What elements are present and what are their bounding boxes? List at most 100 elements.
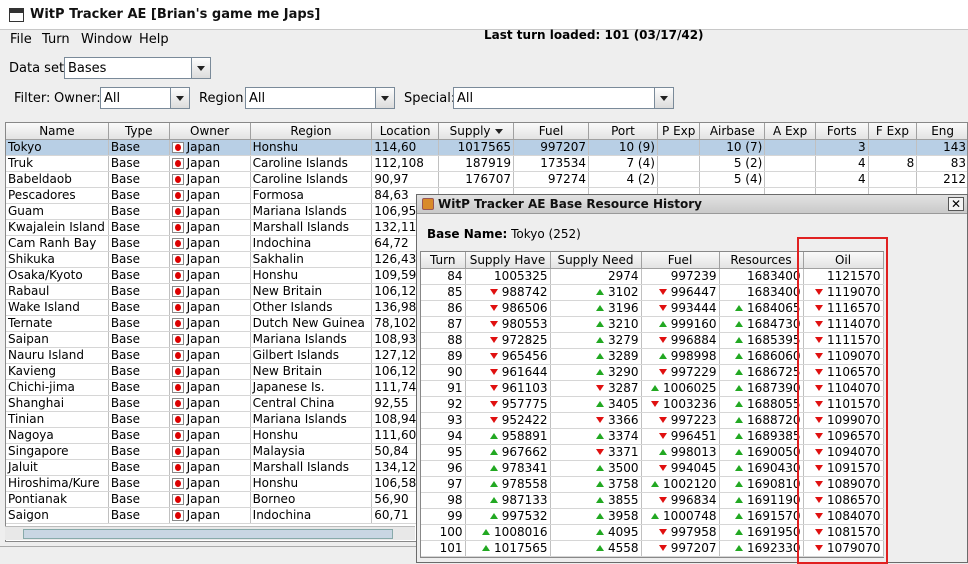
table-cell: Kavieng — [6, 363, 109, 380]
up-arrow-icon — [658, 353, 667, 359]
column-header[interactable]: F Exp — [868, 123, 918, 140]
history-value: 961103 — [501, 381, 548, 395]
column-header[interactable]: Supply — [438, 123, 515, 140]
region-select[interactable]: All — [245, 87, 395, 109]
down-arrow-icon — [489, 369, 498, 375]
menu-help[interactable]: Help — [139, 32, 169, 47]
table-cell: Singapore — [6, 443, 109, 460]
column-header[interactable]: Type — [108, 123, 170, 140]
owner-select[interactable]: All — [100, 87, 190, 109]
column-header[interactable]: P Exp — [657, 123, 701, 140]
history-cell: 1690050 — [719, 444, 804, 461]
history-column-header[interactable]: Supply Have — [465, 252, 551, 269]
table-row[interactable]: Truk Base Japan Caroline Islands 112,108 1879… — [6, 155, 967, 172]
history-value: 101 — [439, 541, 463, 555]
scroll-thumb[interactable] — [23, 529, 393, 539]
table-cell: Central China — [250, 395, 373, 412]
column-header[interactable]: A Exp — [764, 123, 816, 140]
table-cell: Base — [108, 395, 170, 412]
history-cell: 997958 — [641, 524, 720, 541]
column-header[interactable]: Region — [250, 123, 373, 140]
table-cell: Base — [108, 443, 170, 460]
table-cell: 114,60 — [371, 139, 440, 156]
table-cell: Japan — [169, 331, 251, 348]
up-arrow-icon — [595, 369, 604, 375]
history-cell: 972825 — [465, 332, 551, 349]
table-cell: 4 — [815, 155, 869, 172]
up-arrow-icon — [595, 465, 604, 471]
history-value: 3196 — [607, 301, 639, 315]
column-header[interactable]: Fuel — [513, 123, 590, 140]
dialog-title: WitP Tracker AE Base Resource History — [438, 197, 702, 211]
history-cell: 1688720 — [719, 412, 804, 429]
table-cell: Tinian — [6, 411, 109, 428]
up-arrow-icon — [735, 449, 744, 455]
menu-file[interactable]: File — [10, 32, 32, 47]
dataset-label: Data set: — [9, 61, 69, 76]
column-header[interactable]: Owner — [169, 123, 251, 140]
history-column-header[interactable]: Turn — [421, 252, 466, 269]
history-column-header[interactable]: Supply Need — [550, 252, 642, 269]
history-column-header[interactable]: Resources — [719, 252, 804, 269]
history-value: 3855 — [607, 493, 639, 507]
history-value: 4095 — [607, 525, 639, 539]
window-title: WitP Tracker AE [Brian's game me Japs] — [30, 7, 321, 22]
chevron-down-icon[interactable] — [170, 88, 189, 108]
history-cell: 999160 — [641, 316, 720, 333]
history-value: 1688720 — [747, 413, 801, 427]
sort-desc-icon — [494, 128, 503, 134]
history-cell: 1017565 — [465, 540, 551, 557]
column-header[interactable]: Name — [6, 123, 109, 140]
up-arrow-icon — [482, 529, 491, 535]
chevron-down-icon[interactable] — [375, 88, 394, 108]
column-header[interactable]: Eng — [916, 123, 967, 140]
table-cell: Wake Island — [6, 299, 109, 316]
history-cell: 1689385 — [719, 428, 804, 445]
table-row[interactable]: Tokyo Base Japan Honshu 114,60 1017565 997207 1… — [6, 139, 967, 156]
table-cell: Base — [108, 203, 170, 220]
table-cell: Base — [108, 475, 170, 492]
table-row[interactable]: Babeldaob Base Japan Caroline Islands 90,97 1… — [6, 171, 967, 188]
up-arrow-icon — [735, 369, 744, 375]
owner-text: Japan — [186, 380, 221, 394]
history-value: 978558 — [501, 477, 548, 491]
menu-window[interactable]: Window — [81, 32, 132, 47]
history-value: 1691950 — [747, 525, 801, 539]
up-arrow-icon — [651, 481, 660, 487]
history-cell: 997207 — [641, 540, 720, 557]
table-cell: Japan — [169, 443, 251, 460]
table-cell: Cam Ranh Bay — [6, 235, 109, 252]
table-cell: Japan — [169, 267, 251, 284]
column-header[interactable]: Port — [588, 123, 658, 140]
chevron-down-icon[interactable] — [654, 88, 673, 108]
column-header[interactable]: Forts — [815, 123, 869, 140]
column-header[interactable]: Location — [371, 123, 440, 140]
history-value: 100 — [439, 525, 463, 539]
table-cell: Base — [108, 459, 170, 476]
table-cell: 90,97 — [371, 171, 440, 188]
history-cell: 952422 — [465, 412, 551, 429]
down-arrow-icon — [658, 433, 667, 439]
history-value: 99 — [447, 509, 463, 523]
history-cell: 85 — [421, 284, 466, 301]
history-column-header[interactable]: Fuel — [641, 252, 720, 269]
dataset-select[interactable]: Bases — [64, 57, 211, 79]
table-cell: Indochina — [250, 507, 373, 524]
history-cell: 993444 — [641, 300, 720, 317]
table-cell: 176707 — [438, 171, 515, 188]
table-cell: 187919 — [438, 155, 515, 172]
special-select[interactable]: All — [453, 87, 674, 109]
history-cell: 90 — [421, 364, 466, 381]
table-cell: 4 — [815, 171, 869, 188]
history-cell: 996447 — [641, 284, 720, 301]
table-cell: Base — [108, 427, 170, 444]
up-arrow-icon — [489, 513, 498, 519]
menu-turn[interactable]: Turn — [42, 32, 70, 47]
column-header[interactable]: Airbase — [699, 123, 766, 140]
close-icon[interactable]: ✕ — [948, 197, 964, 211]
horizontal-scrollbar[interactable] — [5, 526, 415, 540]
chevron-down-icon[interactable] — [191, 58, 210, 78]
history-cell: 998998 — [641, 348, 720, 365]
down-arrow-icon — [489, 321, 498, 327]
table-cell: Ternate — [6, 315, 109, 332]
